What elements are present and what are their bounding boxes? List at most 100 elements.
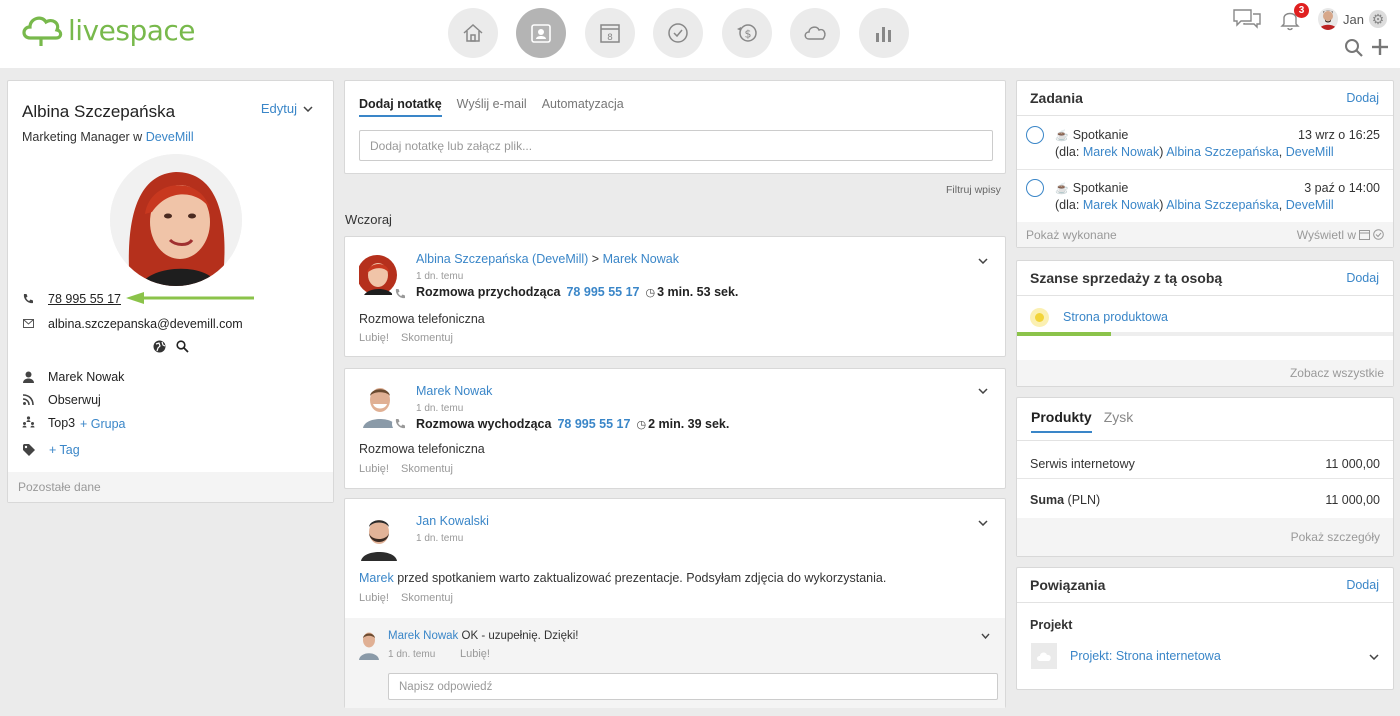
- contact-group: Top3: [48, 416, 76, 430]
- feed-body: Rozmowa telefoniczna: [359, 312, 485, 326]
- user-avatar[interactable]: [1318, 8, 1338, 30]
- contact-link[interactable]: Albina Szczepańska: [1166, 198, 1279, 212]
- reply-input[interactable]: Napisz odpowiedź: [388, 673, 998, 700]
- user-name[interactable]: Jan: [1343, 12, 1364, 27]
- project-link[interactable]: Projekt: Strona internetowa: [1070, 649, 1221, 663]
- company-link[interactable]: DeveMill: [1286, 145, 1334, 159]
- nav-calendar-button[interactable]: 8: [585, 8, 635, 58]
- calendar-icon: 8: [600, 24, 620, 43]
- deal-status-icon: [1030, 308, 1049, 327]
- filter-entries-link[interactable]: Filtruj wpisy: [946, 184, 1001, 196]
- tasks-header: Zadania Dodaj: [1017, 81, 1393, 116]
- contact-link[interactable]: Albina Szczepańska: [1166, 145, 1279, 159]
- dollar-cycle-icon: $: [737, 24, 757, 42]
- add-deal-link[interactable]: Dodaj: [1346, 271, 1379, 285]
- contact-name: Albina Szczepańska: [22, 102, 176, 121]
- follow-link[interactable]: Obserwuj: [48, 393, 101, 407]
- tab-profit[interactable]: Zysk: [1104, 409, 1134, 433]
- search-small-icon[interactable]: [176, 340, 189, 353]
- feed-item: Marek Nowak 1 dn. temu Rozmowa wychodząc…: [344, 368, 1006, 489]
- author-link[interactable]: Marek Nowak: [416, 384, 492, 398]
- chevron-down-icon: [303, 105, 313, 112]
- comment-button[interactable]: Skomentuj: [401, 592, 453, 604]
- plus-icon[interactable]: [1371, 38, 1389, 56]
- show-done-link[interactable]: Pokaż wykonane: [1026, 228, 1117, 242]
- like-button[interactable]: Lubię!: [359, 332, 389, 344]
- comment-body: OK - uzupełnię. Dzięki!: [461, 630, 579, 642]
- contact-card: Albina Szczepańska Edytuj Marketing Mana…: [7, 80, 334, 503]
- recipient-link[interactable]: Marek Nowak: [603, 252, 679, 266]
- search-icon[interactable]: [1344, 38, 1364, 58]
- contact-card-icon: [531, 24, 551, 43]
- add-group-link[interactable]: + Grupa: [80, 417, 126, 431]
- arrow-left-icon: [126, 292, 254, 304]
- call-phone-link[interactable]: 78 995 55 17: [566, 285, 639, 299]
- task-checkbox[interactable]: [1026, 179, 1044, 197]
- coffee-icon: ☕: [1055, 129, 1069, 142]
- display-in-control[interactable]: Wyświetl w: [1297, 228, 1384, 242]
- chat-icon[interactable]: [1232, 8, 1262, 30]
- check-circle-icon: [668, 23, 688, 43]
- nav-contacts-button[interactable]: [516, 8, 566, 58]
- feed-body: Marek przed spotkaniem warto zaktualizow…: [359, 571, 886, 585]
- nav-sales-button[interactable]: $: [722, 8, 772, 58]
- nav-reports-button[interactable]: [859, 8, 909, 58]
- comment-like-button[interactable]: Lubię!: [460, 648, 490, 660]
- check-circle-small-icon[interactable]: [1373, 229, 1384, 240]
- nav-tasks-button[interactable]: [653, 8, 703, 58]
- company-link[interactable]: DeveMill: [1286, 198, 1334, 212]
- tab-automation[interactable]: Automatyzacja: [542, 97, 624, 117]
- show-details-link[interactable]: Pokaż szczegóły: [1291, 530, 1380, 544]
- chevron-down-icon[interactable]: [1369, 654, 1379, 660]
- app-logo[interactable]: livespace: [20, 12, 196, 48]
- tab-send-email[interactable]: Wyślij e-mail: [457, 97, 527, 117]
- chevron-down-icon[interactable]: [978, 388, 988, 394]
- other-data-label[interactable]: Pozostałe dane: [18, 480, 101, 494]
- contact-email-link[interactable]: albina.szczepanska@devemill.com: [48, 317, 243, 331]
- other-data-footer[interactable]: Pozostałe dane: [8, 472, 333, 502]
- feed-body: Rozmowa telefoniczna: [359, 442, 485, 456]
- assignee-link[interactable]: Marek Nowak: [1083, 198, 1159, 212]
- edit-link[interactable]: Edytuj: [261, 101, 297, 116]
- comment-button[interactable]: Skomentuj: [401, 463, 453, 475]
- call-phone-link[interactable]: 78 995 55 17: [557, 417, 630, 431]
- globe-icon[interactable]: [153, 340, 166, 353]
- author-link[interactable]: Albina Szczepańska (DeveMill): [416, 252, 588, 266]
- task-title[interactable]: Spotkanie: [1073, 181, 1129, 195]
- like-button[interactable]: Lubię!: [359, 463, 389, 475]
- nav-home-button[interactable]: [448, 8, 498, 58]
- call-details: Rozmowa wychodząca 78 995 55 17 ◷ 2 min.…: [416, 417, 729, 431]
- add-task-link[interactable]: Dodaj: [1346, 91, 1379, 105]
- chevron-down-icon[interactable]: [981, 633, 990, 639]
- notification-badge: 3: [1294, 3, 1309, 18]
- see-all-link[interactable]: Zobacz wszystkie: [1290, 366, 1384, 380]
- chevron-down-icon[interactable]: [978, 520, 988, 526]
- edit-dropdown[interactable]: Edytuj: [261, 101, 313, 116]
- sum-label-wrap: Suma (PLN): [1030, 493, 1100, 507]
- task-checkbox[interactable]: [1026, 126, 1044, 144]
- tab-add-note[interactable]: Dodaj notatkę: [359, 97, 442, 117]
- contact-position-line: Marketing Manager w DeveMill: [22, 130, 194, 144]
- deal-link[interactable]: Strona produktowa: [1063, 310, 1168, 324]
- settings-button[interactable]: ⚙: [1369, 10, 1387, 28]
- comment-author-link[interactable]: Marek Nowak: [388, 630, 458, 642]
- contact-company-link[interactable]: DeveMill: [146, 130, 194, 144]
- cloud-icon: [1037, 651, 1051, 661]
- add-tag-link[interactable]: + Tag: [49, 443, 80, 457]
- contact-phone-link[interactable]: 78 995 55 17: [48, 292, 121, 306]
- like-button[interactable]: Lubię!: [359, 592, 389, 604]
- comment-button[interactable]: Skomentuj: [401, 332, 453, 344]
- mention-link[interactable]: Marek: [359, 571, 394, 585]
- relations-header: Powiązania Dodaj: [1017, 568, 1393, 603]
- assignee-link[interactable]: Marek Nowak: [1083, 145, 1159, 159]
- author-link[interactable]: Jan Kowalski: [416, 514, 489, 528]
- products-footer: Pokaż szczegóły: [1017, 518, 1393, 556]
- calendar-small-icon[interactable]: [1359, 229, 1370, 240]
- chevron-down-icon[interactable]: [978, 258, 988, 264]
- nav-cloud-button[interactable]: [790, 8, 840, 58]
- phone-icon: [23, 294, 33, 304]
- task-title[interactable]: Spotkanie: [1073, 128, 1129, 142]
- tab-products[interactable]: Produkty: [1031, 409, 1092, 433]
- add-relation-link[interactable]: Dodaj: [1346, 578, 1379, 592]
- note-input[interactable]: Dodaj notatkę lub załącz plik...: [359, 130, 993, 161]
